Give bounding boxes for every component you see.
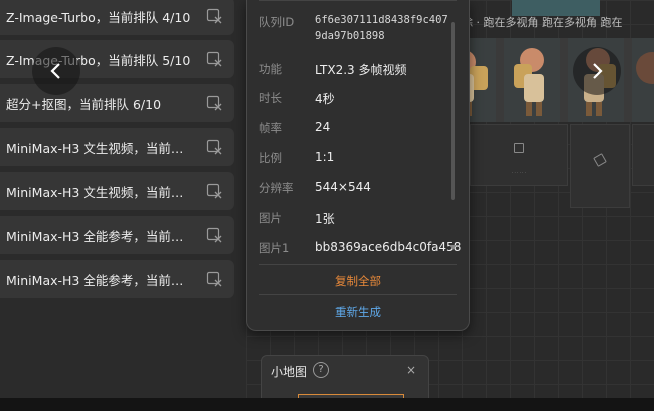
- image-placeholder-icon: [593, 153, 607, 167]
- resolution-label: 分辨率: [259, 181, 294, 195]
- remove-task-icon[interactable]: [206, 8, 222, 24]
- image1-label: 图片1: [259, 241, 290, 255]
- images-value: 1张: [315, 212, 335, 226]
- divider: [259, 0, 457, 1]
- function-value: LTX2.3 多帧视频: [315, 63, 407, 77]
- remove-task-icon[interactable]: [206, 139, 222, 155]
- task-item[interactable]: Z-Image-Turbo，当前排队 4/10: [0, 0, 234, 35]
- prev-arrow-button[interactable]: [32, 47, 80, 95]
- remove-task-icon[interactable]: [206, 271, 222, 287]
- queue-id-value: 6f6e307111d8438f9c407 9da97b01898: [315, 12, 448, 44]
- queue-id-label: 队列ID: [259, 15, 295, 29]
- image1-value: bb8369ace6db4c0fa458: [315, 240, 462, 254]
- close-icon[interactable]: ×: [406, 363, 416, 377]
- ratio-label: 比例: [259, 151, 282, 165]
- duration-value: 4秒: [315, 92, 335, 106]
- help-icon[interactable]: ?: [313, 362, 329, 378]
- divider: [259, 294, 457, 295]
- task-label: Z-Image-Turbo，当前排队 4/10: [6, 9, 191, 25]
- task-label: MiniMax-H3 全能参考，当前排队 9/10: [6, 228, 194, 244]
- task-item[interactable]: MiniMax-H3 文生视频，当前排队 8/10: [0, 172, 234, 210]
- detail-scrollbar[interactable]: [451, 22, 455, 200]
- media-tile[interactable]: · · · · · ·: [470, 124, 568, 186]
- regenerate-button[interactable]: 重新生成: [247, 304, 469, 320]
- images-label: 图片: [259, 211, 282, 225]
- resolution-value: 544×544: [315, 180, 371, 194]
- copy-all-button[interactable]: 复制全部: [247, 273, 469, 289]
- task-label: 超分+抠图，当前排队 6/10: [6, 96, 162, 112]
- minimap-panel: 小地图 ? ×: [261, 355, 429, 403]
- task-detail-popup: 队列ID 6f6e307111d8438f9c407 9da97b01898 功…: [246, 0, 470, 331]
- chevron-left-icon: [50, 63, 60, 79]
- canvas-watermark-text: 空隐除 · 跑在多视角 跑在多视角 跑在: [440, 16, 623, 29]
- divider: [259, 264, 457, 265]
- character-thumbnail[interactable]: [632, 38, 654, 122]
- task-item[interactable]: MiniMax-H3 文生视频，当前排队 7/10: [0, 128, 234, 166]
- remove-task-icon[interactable]: [206, 51, 222, 67]
- task-item[interactable]: 超分+抠图，当前排队 6/10: [0, 84, 234, 122]
- duration-label: 时长: [259, 91, 282, 105]
- task-label: MiniMax-H3 文生视频，当前排队 7/10: [6, 140, 194, 156]
- minimap-title: 小地图: [271, 365, 308, 379]
- scroll-down-icon[interactable]: [449, 245, 457, 251]
- image-placeholder-icon: [514, 143, 524, 153]
- task-item[interactable]: MiniMax-H3 全能参考，当前排队 9/10: [0, 216, 234, 254]
- bottom-bar: [0, 398, 654, 411]
- task-item[interactable]: MiniMax-H3 全能参考，当前排队 10/10: [0, 260, 234, 298]
- queue-id-line: 6f6e307111d8438f9c407: [315, 14, 448, 26]
- function-label: 功能: [259, 62, 282, 76]
- next-arrow-button[interactable]: [573, 47, 621, 95]
- ratio-value: 1:1: [315, 150, 335, 164]
- queue-id-line: 9da97b01898: [315, 30, 385, 42]
- remove-task-icon[interactable]: [206, 227, 222, 243]
- image-strip[interactable]: [440, 38, 654, 122]
- remove-task-icon[interactable]: [206, 95, 222, 111]
- chevron-right-icon: [593, 63, 603, 79]
- media-tile[interactable]: [570, 124, 630, 208]
- task-label: MiniMax-H3 全能参考，当前排队 10/10: [6, 272, 194, 288]
- character-thumbnail[interactable]: [504, 38, 560, 122]
- media-tile[interactable]: [632, 124, 654, 186]
- task-label: MiniMax-H3 文生视频，当前排队 8/10: [6, 184, 194, 200]
- fps-value: 24: [315, 120, 331, 134]
- tile-caption: · · · · · ·: [512, 170, 526, 175]
- fps-label: 帧率: [259, 121, 282, 135]
- remove-task-icon[interactable]: [206, 183, 222, 199]
